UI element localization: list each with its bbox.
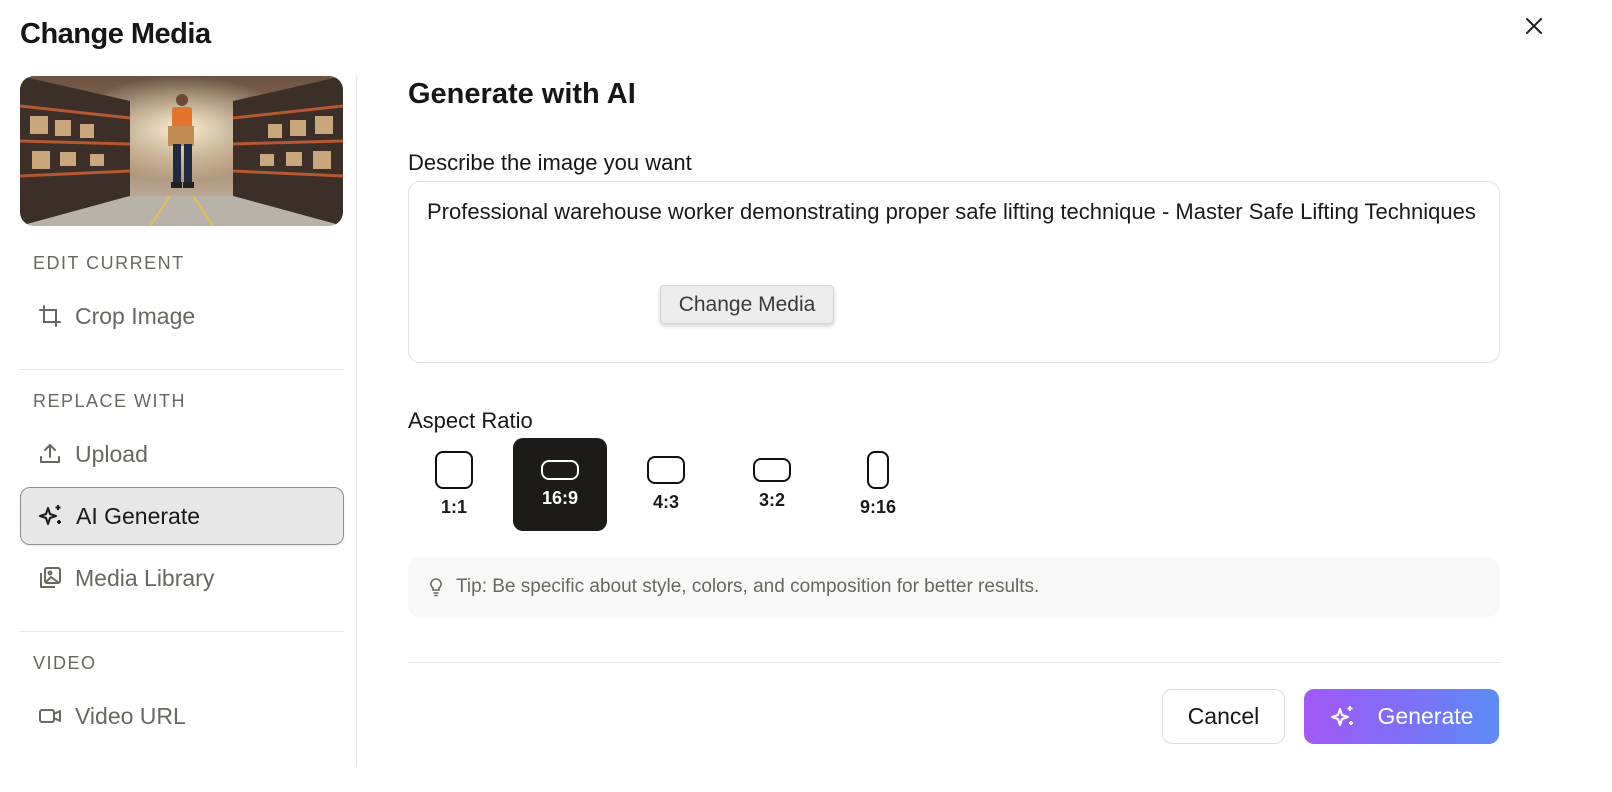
tip-banner: Tip: Be specific about style, colors, an… [408, 557, 1500, 617]
aspect-ratio-1-1[interactable]: 1:1 [407, 438, 501, 531]
wide-ratio-icon [541, 460, 579, 480]
aspect-ratio-3-2[interactable]: 3:2 [725, 438, 819, 531]
video-url-button[interactable]: Video URL [20, 687, 344, 745]
section-label-replace-with: REPLACE WITH [33, 391, 187, 411]
sidebar-item-label: Upload [75, 440, 148, 467]
close-icon [1526, 18, 1542, 34]
square-ratio-icon [435, 451, 473, 489]
aspect-ratio-9-16[interactable]: 9:16 [831, 438, 925, 531]
aspect-ratio-label: 16:9 [541, 488, 579, 508]
sparkles-icon [38, 503, 64, 529]
footer-divider [408, 662, 1500, 663]
sidebar-item-media-library[interactable]: Media Library [20, 549, 344, 607]
crop-image-label: Crop Image [75, 302, 196, 329]
aspect-ratio-label: 1:1 [440, 497, 467, 517]
sidebar-divider [20, 631, 344, 632]
lightbulb-icon [428, 577, 444, 597]
sidebar-item-ai-generate[interactable]: AI Generate [20, 487, 344, 545]
sidebar-item-upload[interactable]: Upload [20, 425, 344, 483]
current-image-thumbnail [20, 76, 343, 226]
video-url-label: Video URL [75, 702, 186, 729]
upload-icon [37, 441, 63, 467]
aspect-ratio-label: 3:2 [758, 490, 785, 510]
photo-ratio-icon [753, 458, 791, 482]
sidebar: EDIT CURRENT Crop Image REPLACE WITH Upl… [0, 76, 357, 766]
cancel-button[interactable]: Cancel [1162, 689, 1285, 744]
aspect-ratio-label: 9:16 [859, 497, 897, 517]
aspect-ratio-4-3[interactable]: 4:3 [619, 438, 713, 531]
standard-ratio-icon [647, 456, 685, 484]
sparkles-icon [1330, 704, 1356, 730]
image-library-icon [37, 565, 63, 591]
aspect-ratio-label: 4:3 [652, 492, 679, 512]
aspect-ratio-16-9[interactable]: 16:9 [513, 438, 607, 531]
sidebar-item-label: AI Generate [76, 502, 201, 529]
crop-icon [37, 303, 63, 329]
aspect-ratio-label: Aspect Ratio [408, 408, 533, 433]
panel-title: Generate with AI [408, 78, 636, 110]
dialog-title: Change Media [20, 18, 211, 50]
generate-label: Generate [1377, 703, 1474, 729]
tip-text: Tip: Be specific about style, colors, an… [456, 576, 1040, 597]
video-camera-icon [37, 703, 63, 729]
close-button[interactable] [1518, 10, 1550, 42]
sidebar-item-label: Media Library [75, 564, 215, 591]
prompt-textarea[interactable]: Professional warehouse worker demonstrat… [408, 181, 1500, 363]
portrait-ratio-icon [867, 451, 889, 489]
tooltip: Change Media [660, 285, 834, 324]
sidebar-divider [20, 369, 344, 370]
describe-label: Describe the image you want [408, 150, 692, 175]
crop-image-button[interactable]: Crop Image [20, 287, 344, 345]
section-label-edit-current: EDIT CURRENT [33, 253, 185, 273]
generate-button[interactable]: Generate [1304, 689, 1499, 744]
section-label-video: VIDEO [33, 653, 97, 673]
